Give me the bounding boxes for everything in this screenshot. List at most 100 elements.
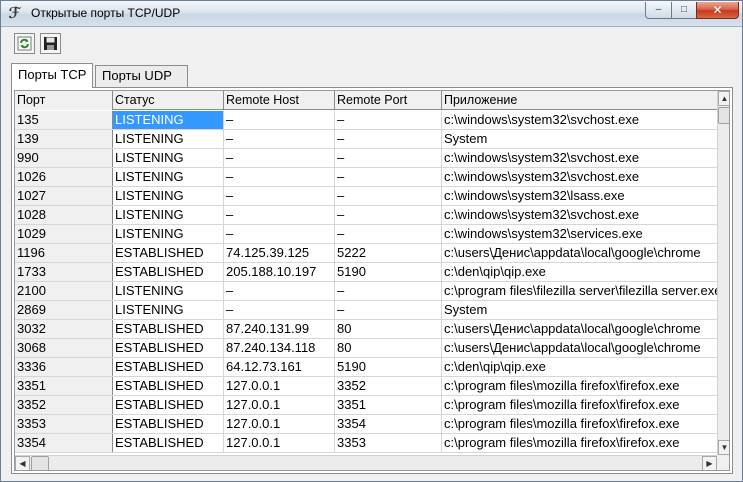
ports-table[interactable]: Порт Статус Remote Host Remote Port Прил… [14, 90, 730, 471]
cell-remote-port[interactable]: 80 [335, 339, 442, 357]
refresh-button[interactable] [14, 33, 35, 54]
cell-remote-port[interactable]: – [335, 168, 442, 186]
table-row[interactable]: 3032 ESTABLISHED 87.240.131.99 80 c:\users\Д… [15, 320, 717, 339]
table-row[interactable]: 3354 ESTABLISHED 127.0.0.1 3353 c:\program f… [15, 434, 717, 453]
cell-application[interactable]: c:\program files\mozilla firefox\firefox… [442, 434, 717, 452]
cell-remote-port[interactable]: – [335, 187, 442, 205]
cell-port[interactable]: 139 [15, 130, 113, 148]
table-row[interactable]: 1733 ESTABLISHED 205.188.10.197 5190 c:\den\… [15, 263, 717, 282]
cell-remote-port[interactable]: 5222 [335, 244, 442, 262]
cell-remote-host[interactable]: – [224, 149, 335, 167]
cell-status[interactable]: ESTABLISHED [113, 415, 224, 433]
cell-application[interactable]: c:\windows\system32\svchost.exe [442, 149, 717, 167]
vertical-scrollbar[interactable]: ▲ ▼ [717, 91, 729, 455]
cell-port[interactable]: 3352 [15, 396, 113, 414]
table-row[interactable]: 2100 LISTENING – – c:\program files\filezill… [15, 282, 717, 301]
table-row[interactable]: 2869 LISTENING – – System [15, 301, 717, 320]
cell-application[interactable]: c:\program files\mozilla firefox\firefox… [442, 415, 717, 433]
cell-remote-port[interactable]: 5190 [335, 263, 442, 281]
title-bar[interactable]: ℱ Открытые порты TCP/UDP – □ ✕ [1, 1, 742, 27]
cell-port[interactable]: 2869 [15, 301, 113, 319]
cell-remote-host[interactable]: 205.188.10.197 [224, 263, 335, 281]
cell-port[interactable]: 3351 [15, 377, 113, 395]
cell-application[interactable]: c:\den\qip\qip.exe [442, 263, 717, 281]
cell-application[interactable]: c:\windows\system32\svchost.exe [442, 206, 717, 224]
scroll-left-button[interactable]: ◀ [15, 456, 30, 470]
table-row[interactable]: 3068 ESTABLISHED 87.240.134.118 80 c:\users\… [15, 339, 717, 358]
cell-port[interactable]: 3353 [15, 415, 113, 433]
cell-status[interactable]: LISTENING [113, 130, 224, 148]
table-row[interactable]: 1027 LISTENING – – c:\windows\system32\lsass… [15, 187, 717, 206]
cell-remote-port[interactable]: – [335, 206, 442, 224]
table-row[interactable]: 3336 ESTABLISHED 64.12.73.161 5190 c:\den\qi… [15, 358, 717, 377]
cell-remote-port[interactable]: – [335, 225, 442, 243]
cell-port[interactable]: 2100 [15, 282, 113, 300]
cell-application[interactable]: c:\windows\system32\services.exe [442, 225, 717, 243]
cell-remote-host[interactable]: – [224, 282, 335, 300]
cell-status[interactable]: LISTENING [113, 149, 224, 167]
cell-remote-host[interactable]: – [224, 301, 335, 319]
cell-remote-port[interactable]: 3353 [335, 434, 442, 452]
save-button[interactable] [40, 33, 61, 54]
tab-udp-ports[interactable]: Порты UDP [95, 65, 188, 87]
cell-remote-host[interactable]: 87.240.131.99 [224, 320, 335, 338]
cell-status[interactable]: ESTABLISHED [113, 377, 224, 395]
cell-status[interactable]: LISTENING [113, 282, 224, 300]
cell-remote-host[interactable]: – [224, 111, 335, 129]
cell-status[interactable]: LISTENING [113, 301, 224, 319]
cell-remote-port[interactable]: 3352 [335, 377, 442, 395]
cell-application[interactable]: c:\users\Денис\appdata\local\google\chro… [442, 244, 717, 262]
cell-port[interactable]: 990 [15, 149, 113, 167]
cell-status[interactable]: ESTABLISHED [113, 339, 224, 357]
cell-port[interactable]: 3336 [15, 358, 113, 376]
cell-status[interactable]: LISTENING [113, 168, 224, 186]
cell-application[interactable]: c:\users\Денис\appdata\local\google\chro… [442, 339, 717, 357]
table-row[interactable]: 1028 LISTENING – – c:\windows\system32\svcho… [15, 206, 717, 225]
cell-application[interactable]: System [442, 130, 717, 148]
maximize-button[interactable]: □ [671, 2, 697, 19]
cell-status[interactable]: ESTABLISHED [113, 320, 224, 338]
cell-status[interactable]: LISTENING [113, 225, 224, 243]
cell-remote-port[interactable]: 3351 [335, 396, 442, 414]
table-row[interactable]: 990 LISTENING – – c:\windows\system32\svchos… [15, 149, 717, 168]
close-button[interactable]: ✕ [696, 2, 739, 19]
column-header-remote-host[interactable]: Remote Host [224, 91, 335, 110]
app-icon[interactable]: ℱ [6, 5, 23, 22]
cell-port[interactable]: 135 [15, 111, 113, 129]
cell-remote-port[interactable]: – [335, 282, 442, 300]
cell-port[interactable]: 1028 [15, 206, 113, 224]
cell-port[interactable]: 3068 [15, 339, 113, 357]
cell-port[interactable]: 3032 [15, 320, 113, 338]
cell-port[interactable]: 1196 [15, 244, 113, 262]
cell-application[interactable]: c:\windows\system32\svchost.exe [442, 111, 717, 129]
cell-remote-port[interactable]: – [335, 111, 442, 129]
cell-status[interactable]: LISTENING [113, 206, 224, 224]
cell-application[interactable]: c:\den\qip\qip.exe [442, 358, 717, 376]
cell-application[interactable]: System [442, 301, 717, 319]
cell-status[interactable]: LISTENING [113, 187, 224, 205]
cell-port[interactable]: 1027 [15, 187, 113, 205]
cell-remote-host[interactable]: – [224, 225, 335, 243]
cell-application[interactable]: c:\users\Денис\appdata\local\google\chro… [442, 320, 717, 338]
cell-remote-host[interactable]: 127.0.0.1 [224, 396, 335, 414]
table-row[interactable]: 135 LISTENING – – c:\windows\system32\svchos… [15, 111, 717, 130]
cell-remote-port[interactable]: – [335, 130, 442, 148]
cell-port[interactable]: 1026 [15, 168, 113, 186]
horizontal-scroll-thumb[interactable] [31, 456, 49, 470]
cell-application[interactable]: c:\program files\mozilla firefox\firefox… [442, 377, 717, 395]
table-row[interactable]: 1026 LISTENING – – c:\windows\system32\svcho… [15, 168, 717, 187]
cell-remote-host[interactable]: 87.240.134.118 [224, 339, 335, 357]
scroll-right-button[interactable]: ▶ [702, 456, 717, 470]
cell-remote-host[interactable]: – [224, 168, 335, 186]
cell-remote-host[interactable]: – [224, 206, 335, 224]
cell-remote-host[interactable]: 64.12.73.161 [224, 358, 335, 376]
cell-application[interactable]: c:\program files\mozilla firefox\firefox… [442, 396, 717, 414]
cell-port[interactable]: 1029 [15, 225, 113, 243]
cell-remote-host[interactable]: 127.0.0.1 [224, 434, 335, 452]
cell-application[interactable]: c:\program files\filezilla server\filezi… [442, 282, 717, 300]
cell-status[interactable]: ESTABLISHED [113, 358, 224, 376]
cell-application[interactable]: c:\windows\system32\lsass.exe [442, 187, 717, 205]
cell-remote-host[interactable]: – [224, 130, 335, 148]
vertical-scroll-thumb[interactable] [718, 107, 729, 124]
cell-status[interactable]: LISTENING [113, 111, 224, 129]
